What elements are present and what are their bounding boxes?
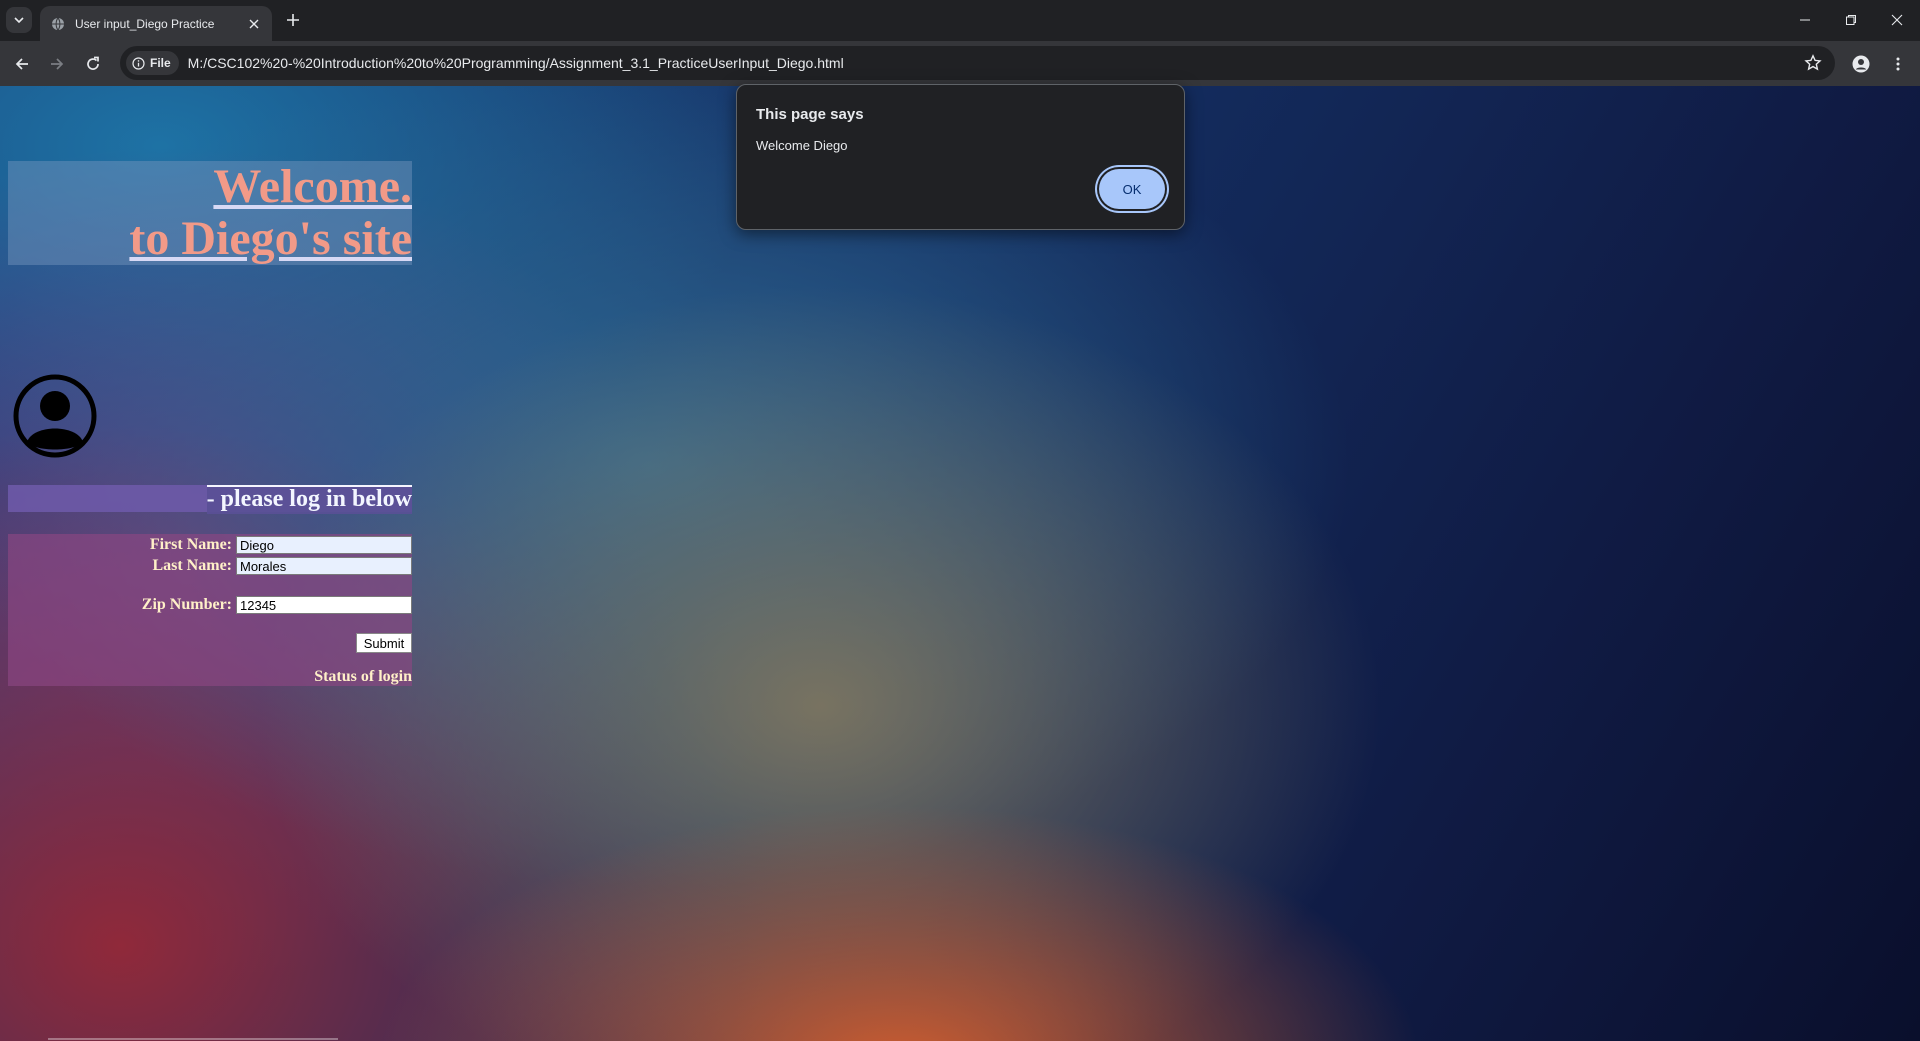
active-tab[interactable]: User input_Diego Practice bbox=[40, 6, 272, 41]
login-heading-bar: - please log in below bbox=[8, 485, 412, 514]
reload-button[interactable] bbox=[79, 50, 107, 78]
welcome-heading-line2: to Diego's site bbox=[129, 212, 412, 265]
alert-dialog: This page says Welcome Diego OK bbox=[736, 84, 1185, 230]
site-info-chip[interactable]: File bbox=[126, 51, 179, 75]
tab-title: User input_Diego Practice bbox=[75, 16, 215, 31]
first-name-label: First Name: bbox=[149, 536, 232, 553]
url-text[interactable]: M:/CSC102%20-%20Introduction%20to%20Prog… bbox=[188, 55, 844, 71]
first-name-input[interactable] bbox=[236, 536, 412, 554]
tab-close-button[interactable] bbox=[244, 14, 264, 34]
browser-toolbar: File M:/CSC102%20-%20Introduction%20to%2… bbox=[0, 41, 1920, 86]
submit-button[interactable]: Submit bbox=[356, 633, 412, 653]
address-bar[interactable]: File M:/CSC102%20-%20Introduction%20to%2… bbox=[120, 46, 1835, 80]
tab-strip: User input_Diego Practice bbox=[0, 0, 1920, 41]
security-chip-label: File bbox=[150, 56, 171, 70]
person-icon bbox=[1852, 55, 1870, 73]
close-icon bbox=[1891, 14, 1903, 26]
first-name-row: First Name: bbox=[150, 535, 412, 555]
last-name-row: Last Name: bbox=[152, 556, 412, 576]
close-icon bbox=[249, 19, 259, 28]
zip-input[interactable] bbox=[236, 596, 412, 614]
user-avatar-icon bbox=[13, 374, 97, 458]
profile-button[interactable] bbox=[1847, 50, 1875, 78]
window-close-button[interactable] bbox=[1874, 0, 1920, 40]
minimize-icon bbox=[1800, 19, 1810, 21]
globe-icon bbox=[50, 16, 66, 32]
minimize-button[interactable] bbox=[1782, 0, 1828, 40]
dialog-title: This page says bbox=[756, 106, 864, 123]
welcome-heading-line1: Welcome. bbox=[213, 160, 412, 213]
restore-button[interactable] bbox=[1828, 0, 1874, 40]
chevron-down-icon bbox=[14, 17, 24, 24]
restore-icon bbox=[1846, 15, 1856, 25]
tab-search-button[interactable] bbox=[6, 7, 32, 33]
plus-icon bbox=[287, 14, 299, 26]
menu-button[interactable] bbox=[1884, 50, 1912, 78]
info-icon bbox=[132, 56, 145, 70]
more-vert-icon bbox=[1896, 57, 1900, 71]
bookmark-star-icon[interactable] bbox=[1803, 53, 1823, 73]
dialog-message: Welcome Diego bbox=[756, 138, 848, 153]
ok-button[interactable]: OK bbox=[1099, 169, 1165, 209]
welcome-banner: Welcome. to Diego's site bbox=[8, 161, 412, 265]
zip-row: Zip Number: bbox=[142, 595, 412, 615]
forward-button[interactable] bbox=[43, 50, 71, 78]
reload-icon bbox=[87, 56, 99, 70]
last-name-label: Last Name: bbox=[152, 557, 232, 574]
back-button[interactable] bbox=[8, 50, 36, 78]
arrow-right-icon bbox=[51, 58, 64, 70]
login-status: Status of login bbox=[314, 668, 412, 685]
last-name-input[interactable] bbox=[236, 557, 412, 575]
login-heading: - please log in below bbox=[206, 485, 412, 514]
zip-label: Zip Number: bbox=[141, 596, 232, 613]
arrow-left-icon bbox=[15, 58, 28, 70]
divider bbox=[48, 1038, 338, 1040]
new-tab-button[interactable] bbox=[282, 9, 304, 31]
login-form: First Name: Last Name: Zip Number: Submi… bbox=[8, 534, 412, 686]
